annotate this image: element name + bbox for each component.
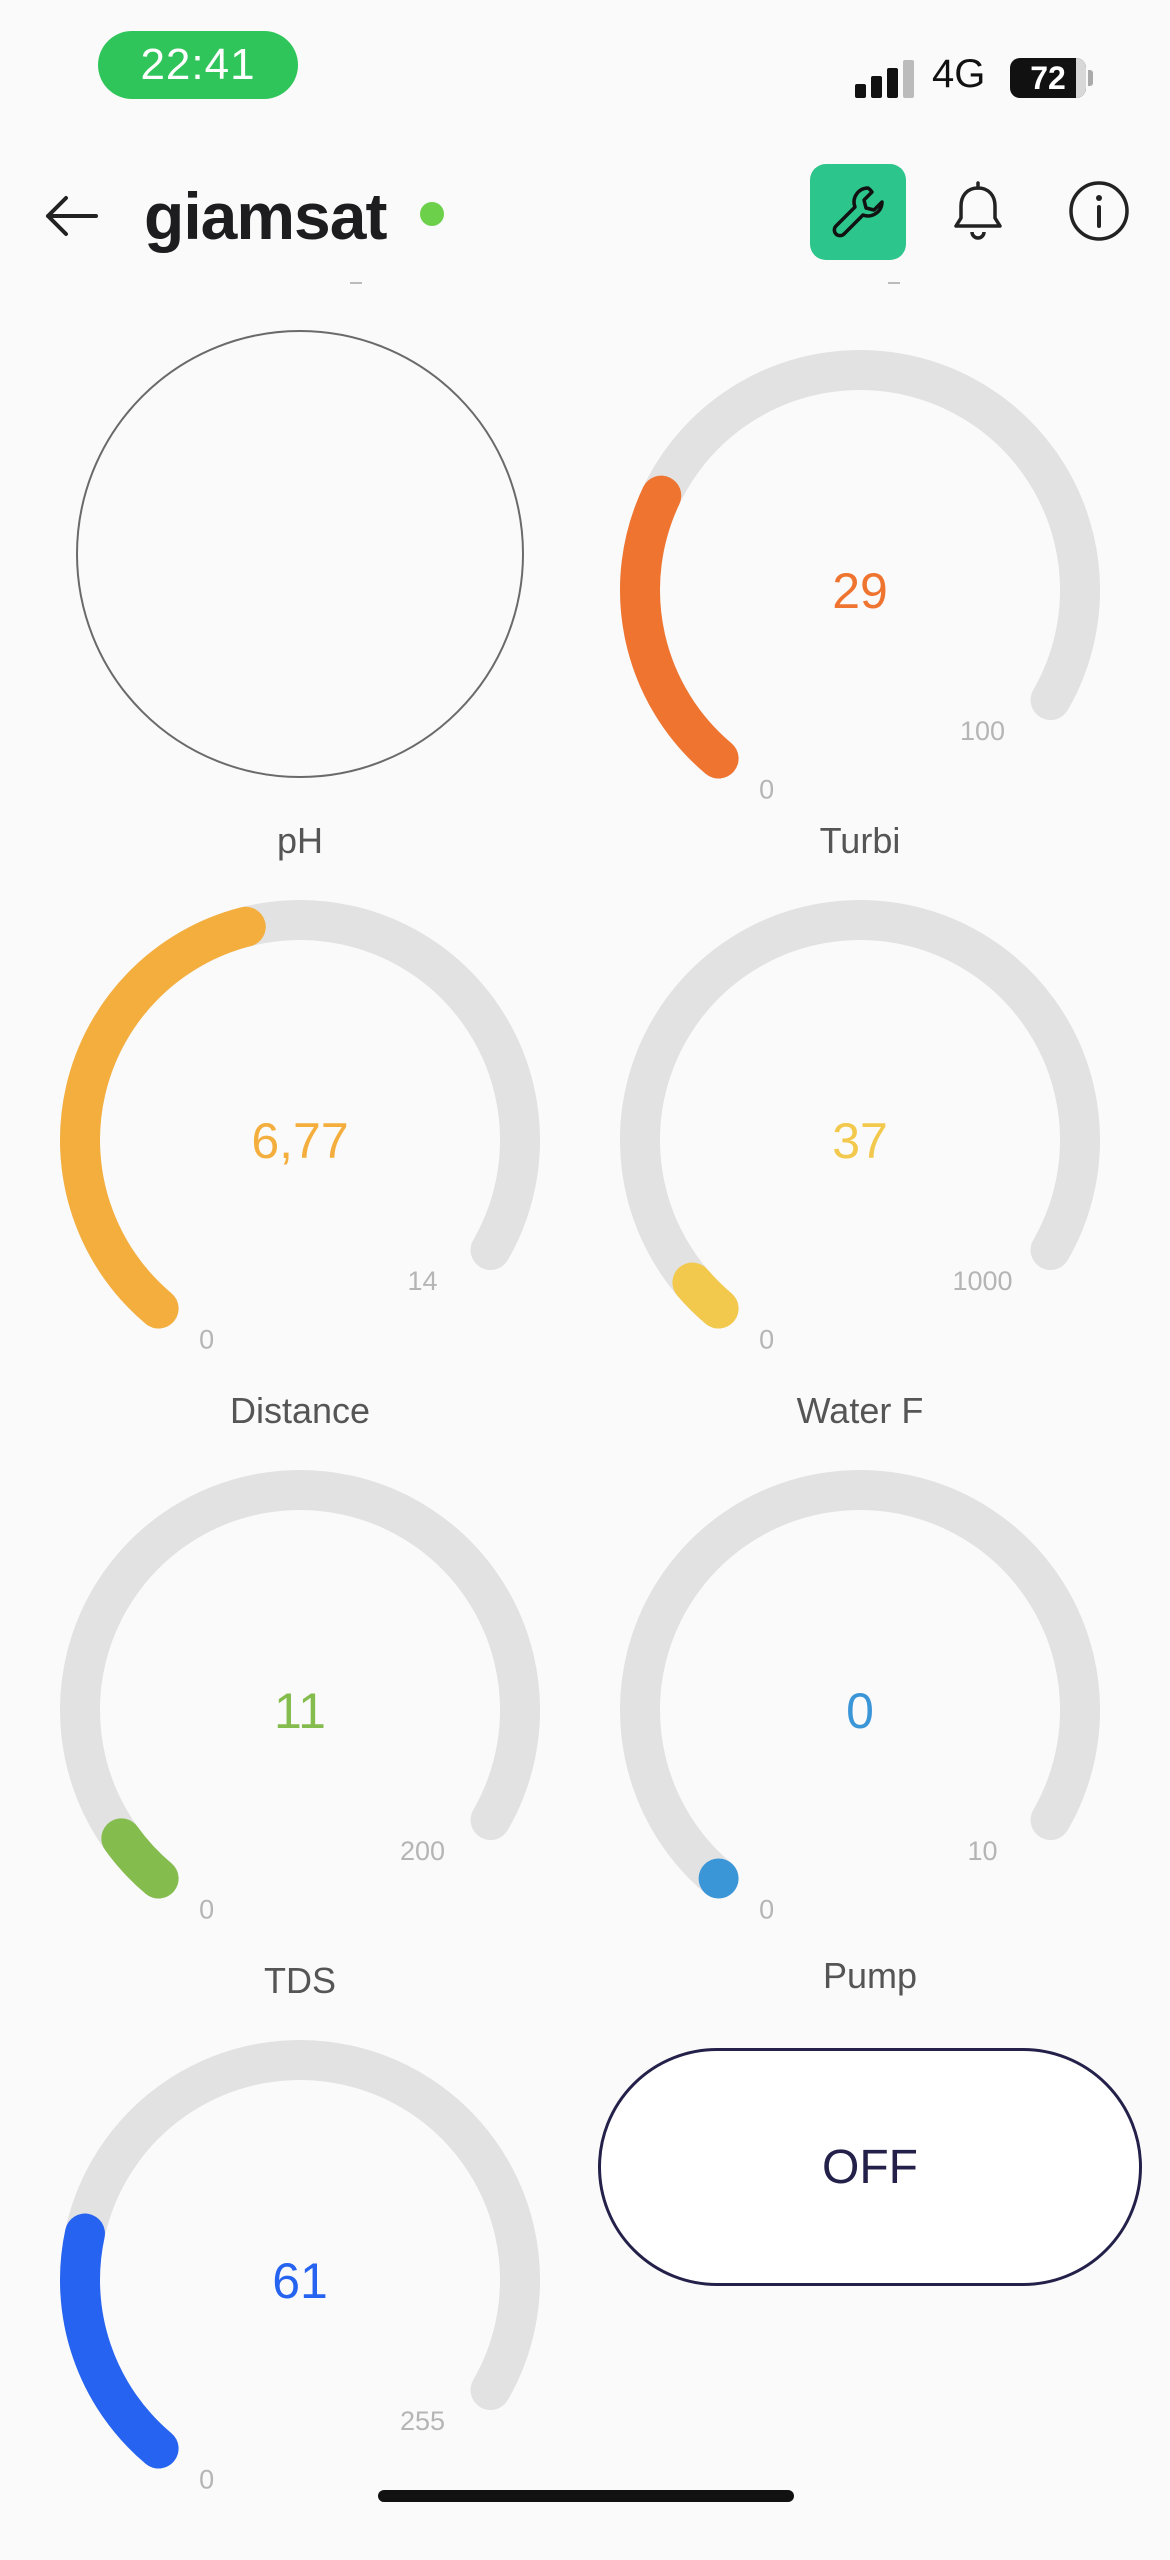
gauge-max-label-distance: 200 bbox=[400, 1836, 445, 1866]
gauge-label-distance: Distance bbox=[229, 1390, 371, 1431]
back-button[interactable] bbox=[38, 186, 108, 246]
gauge-value-distance: 11 bbox=[274, 1683, 326, 1739]
gauge-label-tds: TDS bbox=[264, 1960, 336, 2001]
gauge-dial-ph: 6,77 0 14 bbox=[60, 900, 540, 1355]
device-title: giamsat bbox=[144, 179, 387, 253]
battery-level: 72 bbox=[1030, 60, 1066, 96]
info-icon bbox=[1069, 181, 1129, 241]
gauge-min-label-water-flow: 0 bbox=[759, 1895, 774, 1925]
status-time[interactable]: 22:41 bbox=[98, 31, 298, 99]
gauge-dial-top-right: 29 0 100 bbox=[620, 350, 1100, 805]
gauge-max-label-water-flow: 10 bbox=[968, 1836, 998, 1866]
settings-button[interactable] bbox=[810, 164, 906, 260]
gauge-value-ph: 6,77 bbox=[251, 1113, 348, 1169]
scroll-cut-hint-left bbox=[350, 282, 362, 284]
gauge-label-water-flow: Water F bbox=[796, 1390, 924, 1431]
arrow-left-icon bbox=[46, 196, 98, 236]
online-status-dot bbox=[420, 202, 444, 226]
gauge-fill-top-right bbox=[620, 475, 739, 779]
wrench-icon bbox=[832, 186, 884, 238]
gauge-value-turbi: 37 bbox=[832, 1113, 888, 1169]
notifications-button[interactable] bbox=[946, 180, 1010, 244]
gauge-max-label-ph: 14 bbox=[408, 1266, 438, 1296]
gauge-dial-distance: 11 0 200 bbox=[60, 1470, 540, 1925]
gauge-max-label-tds: 255 bbox=[400, 2406, 445, 2436]
gauge-fill-distance bbox=[101, 1818, 179, 1899]
gauge-widget-turbi[interactable]: Turbi 37 0 1000 bbox=[580, 820, 1140, 1420]
gauge-fill-ph bbox=[60, 906, 266, 1329]
bell-icon bbox=[954, 181, 1002, 240]
gauge-value-water-flow: 0 bbox=[846, 1683, 874, 1739]
gauge-min-label-ph: 0 bbox=[199, 1325, 214, 1355]
gauge-max-label-top-right: 100 bbox=[960, 716, 1005, 746]
gauge-max-label-turbi: 1000 bbox=[952, 1266, 1012, 1296]
gauge-value-tds: 61 bbox=[272, 2253, 328, 2309]
gauge-widget-top-right[interactable]: 29 0 100 bbox=[580, 270, 1140, 870]
gauge-widget-tds[interactable]: TDS 61 0 255 bbox=[20, 1960, 580, 2560]
gauge-min-label-top-right: 0 bbox=[759, 775, 774, 805]
gauge-min-label-distance: 0 bbox=[199, 1895, 214, 1925]
battery-cap bbox=[1088, 70, 1093, 86]
info-button[interactable] bbox=[1066, 178, 1132, 244]
cellular-signal-icon bbox=[855, 58, 915, 98]
gauge-fill-tds bbox=[60, 2213, 179, 2469]
gauge-dial-tds: 61 0 255 bbox=[60, 2040, 540, 2495]
gauge-widget-water-flow[interactable]: Water F 0 0 10 bbox=[580, 1390, 1140, 1990]
pump-toggle-button[interactable]: OFF bbox=[598, 2048, 1142, 2286]
gauge-dial-water-flow: 0 0 10 bbox=[620, 1470, 1100, 1925]
app-header: giamsat bbox=[0, 150, 1170, 280]
gauge-min-label-tds: 0 bbox=[199, 2465, 214, 2495]
status-bar: 22:41 4G 72 bbox=[0, 0, 1170, 140]
gauge-dial-turbi: 37 0 1000 bbox=[620, 900, 1100, 1355]
home-indicator[interactable] bbox=[378, 2490, 794, 2502]
gauge-min-label-turbi: 0 bbox=[759, 1325, 774, 1355]
image-widget[interactable] bbox=[76, 330, 524, 778]
gauge-value-top-right: 29 bbox=[832, 563, 888, 619]
gauge-widget-distance[interactable]: Distance 11 0 200 bbox=[20, 1390, 580, 1990]
gauge-label-turbi: Turbi bbox=[819, 820, 901, 861]
network-type: 4G bbox=[932, 52, 986, 96]
gauge-fill-turbi bbox=[672, 1262, 739, 1329]
battery-icon: 72 bbox=[1010, 58, 1086, 98]
pump-state: OFF bbox=[822, 2140, 918, 2194]
pump-label: Pump bbox=[822, 1955, 918, 1996]
gauge-label-ph: pH bbox=[276, 820, 324, 861]
gauge-widget-ph[interactable]: pH 6,77 0 14 bbox=[20, 820, 580, 1420]
